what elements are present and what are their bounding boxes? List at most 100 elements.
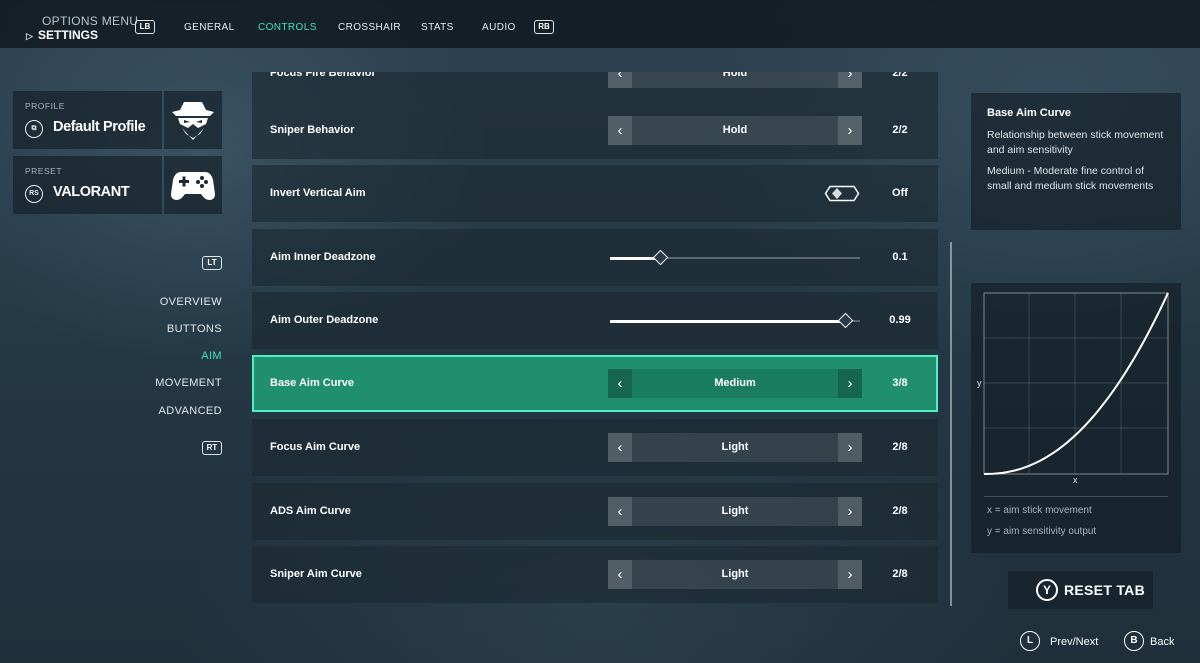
setting-row-focus-aim-curve[interactable]: Focus Aim Curve ‹ Light › 2/8 bbox=[252, 419, 938, 476]
option-selector[interactable]: ‹ Medium › bbox=[608, 369, 862, 398]
setting-row-sniper-behavior[interactable]: Sniper Behavior ‹ Hold › 2/2 bbox=[252, 102, 938, 159]
rb-button-icon[interactable]: RB bbox=[534, 20, 554, 34]
chevron-left-icon[interactable]: ‹ bbox=[608, 497, 632, 526]
chevron-left-icon[interactable]: ‹ bbox=[608, 369, 632, 398]
graph-x-note: x = aim stick movement bbox=[987, 505, 1092, 516]
tab-crosshair[interactable]: CROSSHAIR bbox=[338, 22, 401, 33]
tab-controls[interactable]: CONTROLS bbox=[258, 22, 317, 33]
back-hint[interactable]: Back bbox=[1150, 636, 1174, 648]
chevron-right-icon[interactable]: › bbox=[838, 560, 862, 589]
toggle-value: Off bbox=[892, 187, 908, 199]
slider-fill bbox=[610, 319, 845, 323]
chevron-left-icon[interactable]: ‹ bbox=[608, 433, 632, 462]
setting-label: Base Aim Curve bbox=[270, 377, 354, 389]
setting-row-aim-outer-deadzone[interactable]: Aim Outer Deadzone 0.99 bbox=[252, 292, 938, 349]
slider-track[interactable] bbox=[610, 312, 860, 329]
chevron-left-icon[interactable]: ‹ bbox=[608, 560, 632, 589]
lb-button-icon[interactable]: LB bbox=[135, 20, 155, 34]
selector-value: Hold bbox=[722, 124, 748, 136]
profile-name: Default Profile bbox=[53, 119, 146, 135]
chevron-left-icon[interactable]: ‹ bbox=[608, 116, 632, 145]
preset-card[interactable]: PRESET RS VALORANT bbox=[13, 156, 162, 214]
gamepad-icon bbox=[171, 172, 215, 200]
setting-row-base-aim-curve[interactable]: Base Aim Curve ‹ Medium › 3/8 bbox=[252, 355, 938, 412]
option-count: 2/2 bbox=[892, 124, 908, 136]
nav-item-buttons[interactable]: BUTTONS bbox=[22, 323, 222, 335]
menu-subtitle: SETTINGS bbox=[38, 28, 99, 42]
aim-curve-graph: y x bbox=[977, 292, 1169, 485]
nav-item-movement[interactable]: MOVEMENT bbox=[22, 377, 222, 389]
reset-tab-button[interactable]: Y RESET TAB bbox=[1008, 571, 1153, 609]
setting-label: Sniper Behavior bbox=[270, 124, 355, 136]
rt-button-icon[interactable]: RT bbox=[202, 441, 222, 455]
setting-row-ads-aim-curve[interactable]: ADS Aim Curve ‹ Light › 2/8 bbox=[252, 483, 938, 540]
left-stick-icon: L bbox=[1020, 631, 1040, 651]
top-bar: OPTIONS MENU ▷ SETTINGS LB GENERAL CONTRO… bbox=[0, 0, 1200, 48]
chevron-right-icon[interactable]: › bbox=[838, 369, 862, 398]
setting-label: Focus Fire Behavior bbox=[270, 72, 376, 79]
option-selector[interactable]: ‹ Light › bbox=[608, 560, 862, 589]
settings-list[interactable]: Focus Fire Behavior ‹ Hold › 2/2 Sniper … bbox=[252, 72, 938, 605]
scrollbar[interactable] bbox=[950, 242, 952, 606]
setting-label: Focus Aim Curve bbox=[270, 441, 361, 453]
setting-label: Sniper Aim Curve bbox=[270, 568, 362, 580]
option-selector[interactable]: ‹ Light › bbox=[608, 433, 862, 462]
preset-avatar bbox=[164, 156, 222, 214]
option-count: 3/8 bbox=[892, 377, 908, 389]
chevron-right-icon[interactable]: › bbox=[838, 116, 862, 145]
chevron-right-icon[interactable]: › bbox=[838, 433, 862, 462]
tab-audio[interactable]: AUDIO bbox=[482, 22, 516, 33]
profile-label: PROFILE bbox=[25, 101, 65, 111]
setting-label: ADS Aim Curve bbox=[270, 505, 351, 517]
info-detail: Medium - Moderate fine control of small … bbox=[987, 165, 1154, 192]
info-description: Relationship between stick movement and … bbox=[987, 129, 1164, 156]
info-title: Base Aim Curve bbox=[987, 107, 1071, 119]
menu-breadcrumb[interactable]: ▷ SETTINGS bbox=[26, 28, 98, 42]
aim-curve-graph-panel: y x x = aim stick movement y = aim sensi… bbox=[971, 283, 1181, 553]
prev-next-hint[interactable]: Prev/Next bbox=[1050, 636, 1098, 648]
option-selector[interactable]: ‹ Hold › bbox=[608, 116, 862, 145]
slider-handle[interactable] bbox=[837, 312, 853, 329]
tab-stats[interactable]: STATS bbox=[421, 22, 454, 33]
setting-row-sniper-aim-curve[interactable]: Sniper Aim Curve ‹ Light › 2/8 bbox=[252, 546, 938, 603]
selector-value: Hold bbox=[722, 72, 748, 79]
nav-item-aim[interactable]: AIM bbox=[22, 350, 222, 362]
selector-value: Medium bbox=[714, 377, 756, 389]
lt-button-icon[interactable]: LT bbox=[202, 256, 222, 270]
chevron-right-icon[interactable]: › bbox=[838, 497, 862, 526]
play-triangle-icon: ▷ bbox=[26, 31, 33, 41]
option-count: 2/8 bbox=[892, 505, 908, 517]
slider-handle[interactable] bbox=[652, 249, 668, 266]
preset-name: VALORANT bbox=[53, 184, 130, 200]
setting-label: Aim Outer Deadzone bbox=[270, 314, 379, 326]
profile-swap-icon: ⧉ bbox=[25, 120, 43, 138]
divider bbox=[984, 496, 1168, 497]
rs-button-icon: RS bbox=[25, 185, 43, 203]
slider-track[interactable] bbox=[610, 249, 860, 266]
selector-value: Light bbox=[721, 441, 749, 453]
graph-y-note: y = aim sensitivity output bbox=[987, 526, 1097, 537]
profile-card[interactable]: PROFILE ⧉ Default Profile bbox=[13, 91, 162, 149]
chevron-right-icon[interactable]: › bbox=[838, 72, 862, 88]
profile-avatar bbox=[164, 91, 222, 149]
agent-hat-icon bbox=[172, 102, 214, 140]
selector-value: Light bbox=[721, 568, 749, 580]
nav-item-overview[interactable]: OVERVIEW bbox=[22, 296, 222, 308]
option-selector[interactable]: ‹ Light › bbox=[608, 497, 862, 526]
setting-row-aim-inner-deadzone[interactable]: Aim Inner Deadzone 0.1 bbox=[252, 229, 938, 286]
toggle-switch[interactable] bbox=[824, 185, 860, 202]
option-count: 2/8 bbox=[892, 568, 908, 580]
graph-y-label: y bbox=[977, 378, 982, 388]
setting-row-focus-fire-behavior[interactable]: Focus Fire Behavior ‹ Hold › 2/2 bbox=[252, 72, 938, 102]
option-selector[interactable]: ‹ Hold › bbox=[608, 72, 862, 88]
chevron-left-icon[interactable]: ‹ bbox=[608, 72, 632, 88]
setting-description-panel: Base Aim Curve Relationship between stic… bbox=[971, 93, 1181, 230]
setting-row-invert-vertical-aim[interactable]: Invert Vertical Aim Off bbox=[252, 165, 938, 222]
tab-general[interactable]: GENERAL bbox=[184, 22, 235, 33]
setting-label: Aim Inner Deadzone bbox=[270, 251, 376, 263]
reset-tab-label: RESET TAB bbox=[1064, 582, 1145, 598]
nav-item-advanced[interactable]: ADVANCED bbox=[22, 405, 222, 417]
toggle-knob bbox=[832, 188, 842, 199]
y-button-icon: Y bbox=[1036, 579, 1058, 601]
menu-title: OPTIONS MENU bbox=[42, 14, 139, 28]
